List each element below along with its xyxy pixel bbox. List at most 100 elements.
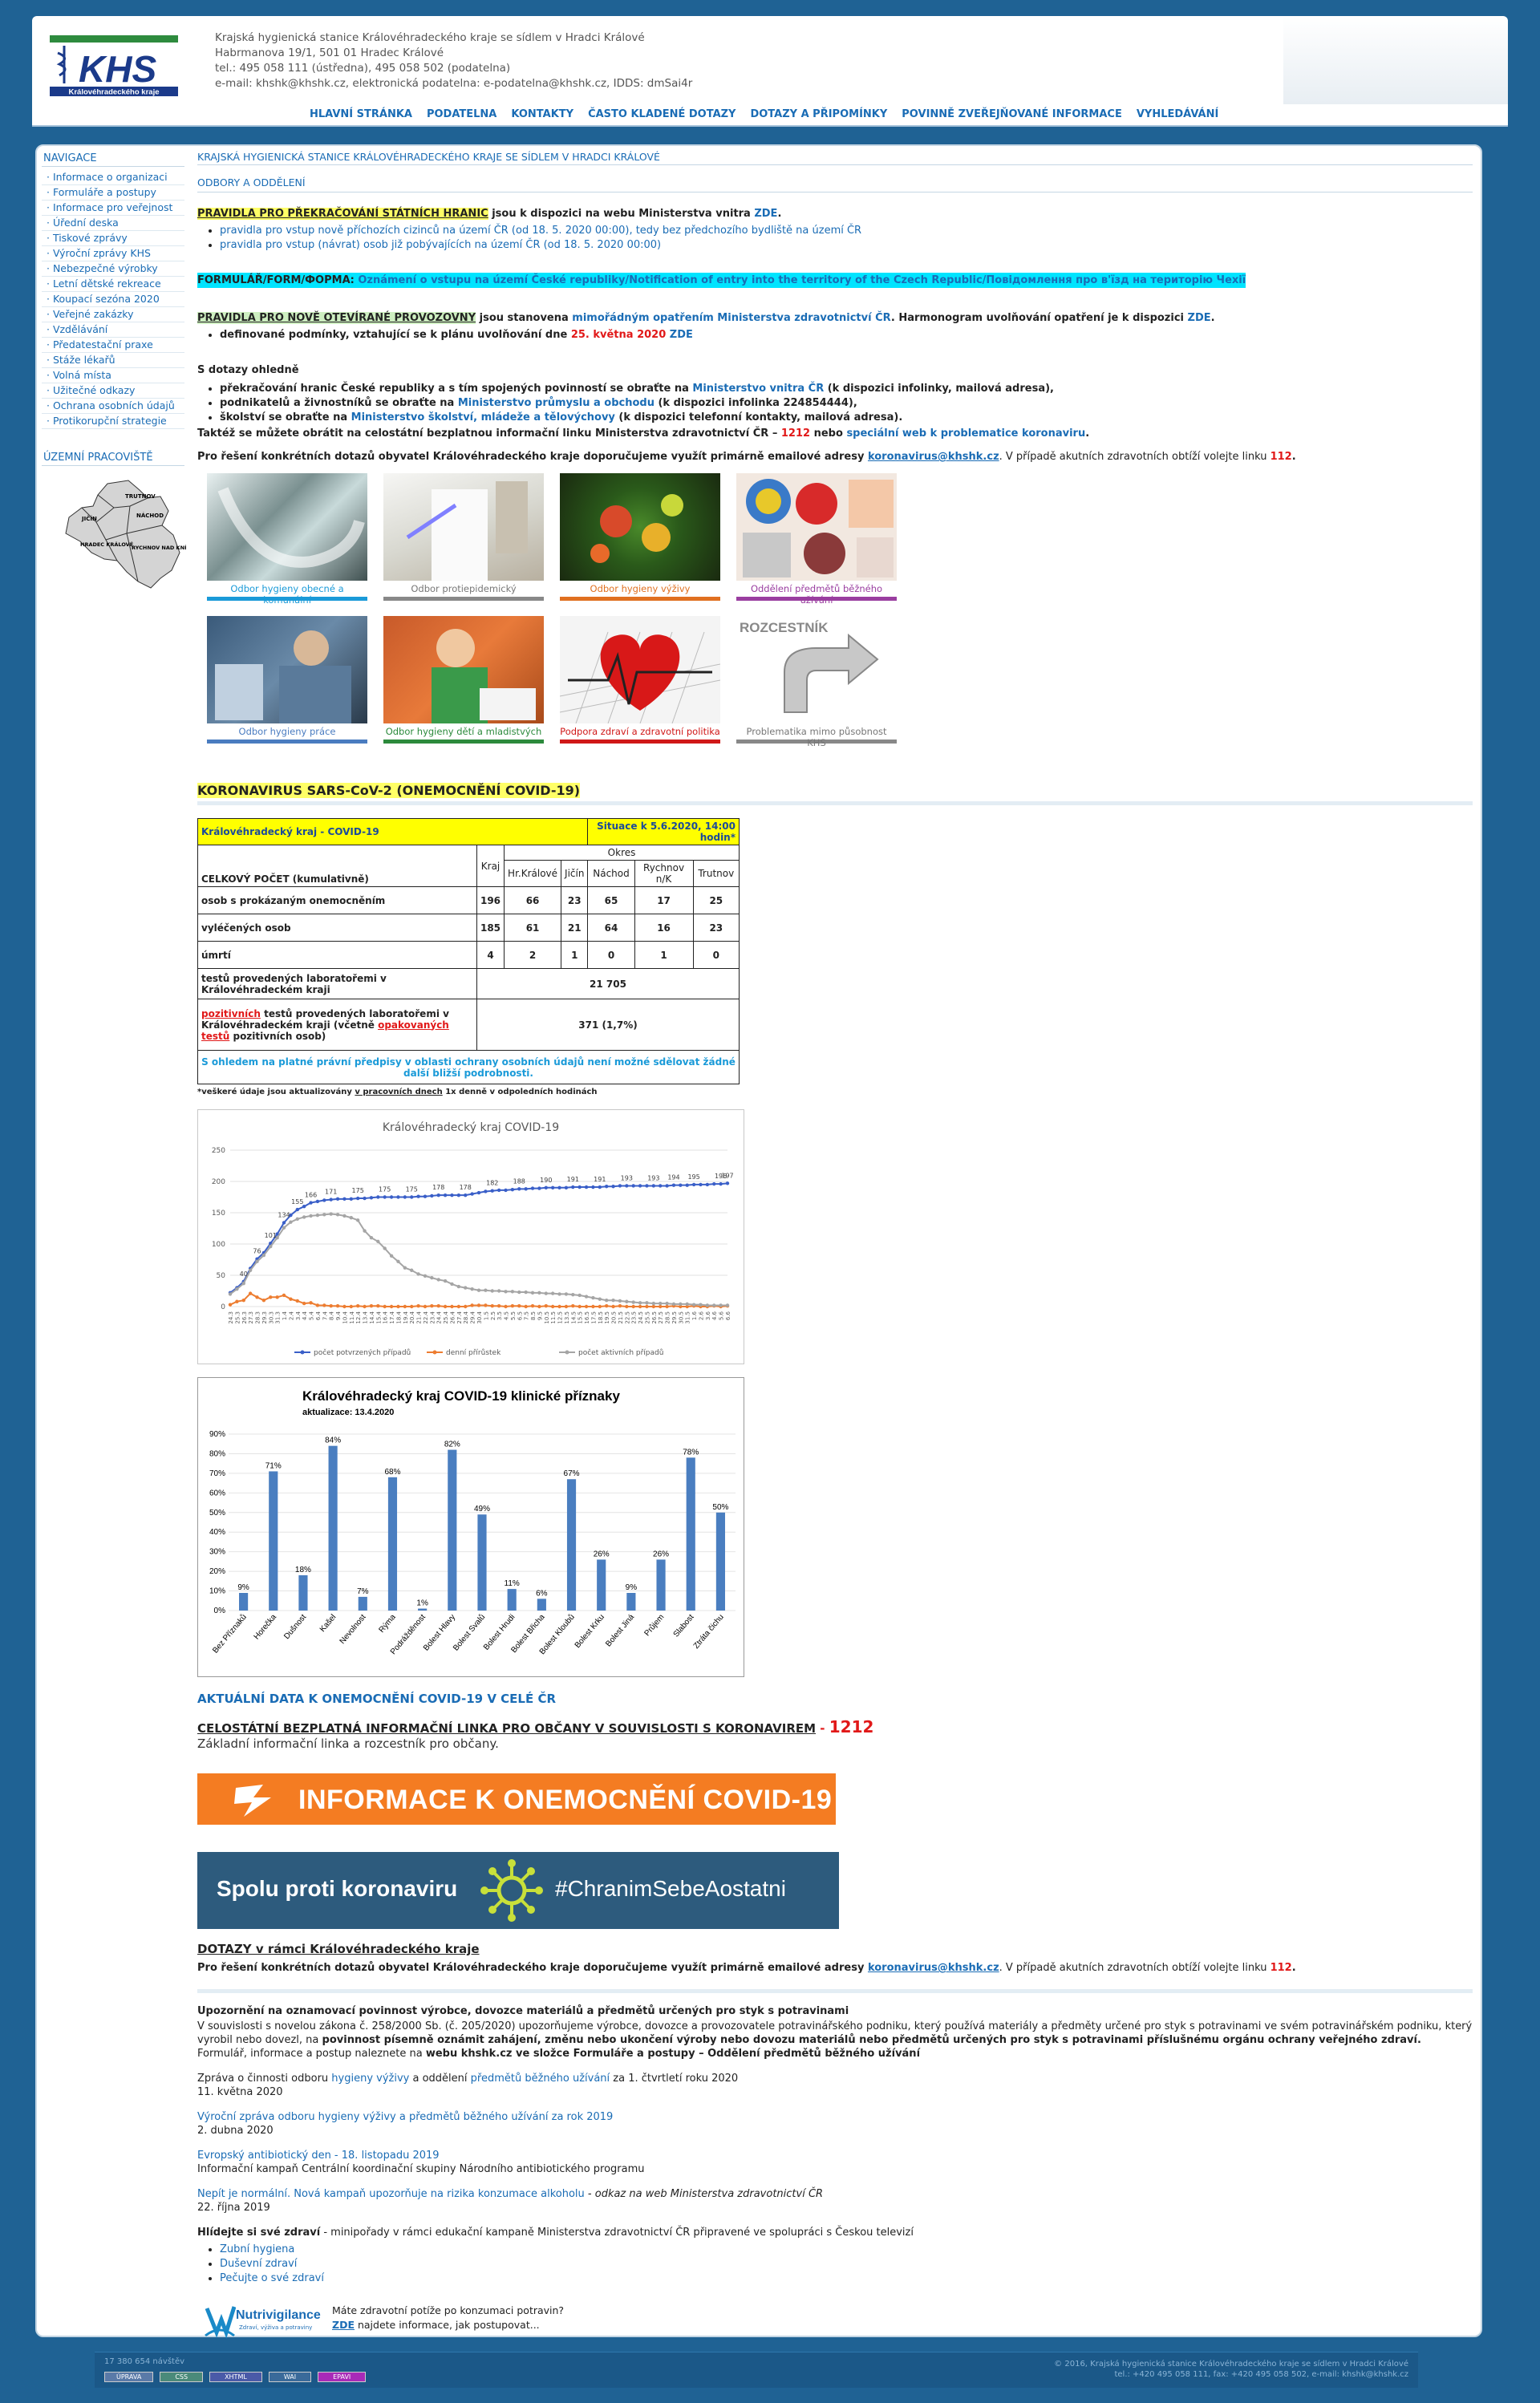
sidebar-item[interactable]: · Veřejné zakázky <box>42 307 184 322</box>
campaign-link[interactable]: Pečujte o své zdraví <box>220 2272 324 2284</box>
category-label: Ztráta čichu <box>692 1613 726 1651</box>
y-tick-label: 0% <box>214 1607 226 1615</box>
x-tick-label: 16.4 <box>383 1311 389 1323</box>
badge[interactable]: CSS <box>160 2372 204 2382</box>
table-title-right: Situace k 5.6.2020, 14:00 hodin* <box>587 818 740 845</box>
together-banner[interactable]: Spolu proti koronaviru #ChranimSebeAosta… <box>197 1852 839 1929</box>
sidebar-item[interactable]: · Užitečné odkazy <box>42 383 184 399</box>
badge[interactable]: ÚPRAVA <box>104 2372 154 2382</box>
hotline-text: Taktéž se můžete obrátit na celostátní b… <box>197 428 781 440</box>
nav-podatelna[interactable]: PODATELNA <box>427 108 496 120</box>
rules-return-link[interactable]: pravidla pro vstup (návrat) osob již pob… <box>220 239 661 251</box>
covid-info-banner[interactable]: INFORMACE K ONEMOCNĚNÍ COVID-19 <box>197 1773 836 1825</box>
ministry-education-link[interactable]: Ministerstvo školství, mládeže a tělovýc… <box>351 411 615 423</box>
y-tick-label: 30% <box>209 1548 225 1557</box>
x-tick-label: 5.6 <box>719 1311 725 1320</box>
news-link[interactable]: Nepít je normální. Nová kampaň upozorňuj… <box>197 2188 585 2200</box>
tile-nutrition[interactable]: Odbor hygieny výživy <box>560 473 720 603</box>
campaign-link[interactable]: Duševní zdraví <box>220 2258 297 2270</box>
y-tick-label: 20% <box>209 1567 225 1576</box>
sidebar-item[interactable]: · Koupací sezóna 2020 <box>42 292 184 307</box>
sidebar-item[interactable]: · Předatestační praxe <box>42 338 184 353</box>
khs-logo[interactable]: KHS Královéhradeckého kraje <box>50 35 178 97</box>
sidebar-item[interactable]: · Formuláře a postupy <box>42 185 184 201</box>
bar <box>448 1449 457 1611</box>
nav-mandatory-info[interactable]: POVINNĚ ZVEŘEJŇOVANÉ INFORMACE <box>902 108 1122 120</box>
badge[interactable]: XHTML <box>209 2372 262 2382</box>
sidebar-item[interactable]: · Tiskové zprávy <box>42 231 184 246</box>
data-point <box>295 1217 299 1221</box>
data-point <box>289 1297 293 1301</box>
chart-title: Královéhradecký kraj COVID-19 <box>383 1121 559 1134</box>
sidebar-item[interactable]: · Výroční zprávy KHS <box>42 246 184 261</box>
tile-work-hygiene[interactable]: Odbor hygieny práce <box>207 616 367 746</box>
ministry-industry-link[interactable]: Ministerstvo průmyslu a obchodu <box>458 397 654 409</box>
nav-questions[interactable]: DOTAZY A PŘIPOMÍNKY <box>750 108 887 120</box>
bar-value-label: 67% <box>564 1469 580 1478</box>
data-point <box>282 1226 286 1230</box>
news-link[interactable]: hygieny výživy <box>331 2073 409 2085</box>
sidebar-item[interactable]: · Volná místa <box>42 368 184 383</box>
bar-value-label: 26% <box>653 1550 669 1558</box>
current-data-link[interactable]: AKTUÁLNÍ DATA K ONEMOCNĚNÍ COVID-19 V CE… <box>197 1692 556 1706</box>
data-point <box>544 1304 548 1308</box>
cell: 25 <box>692 886 740 914</box>
tile-health-promotion[interactable]: Podpora zdraví a zdravotní politika <box>559 616 721 746</box>
bar <box>328 1445 338 1611</box>
data-point <box>484 1288 488 1292</box>
bar-value-label: 9% <box>237 1583 249 1592</box>
tile-youth-hygiene[interactable]: Odbor hygieny dětí a mladistvých <box>383 616 544 746</box>
sidebar-item[interactable]: · Úřední deska <box>42 216 184 231</box>
sidebar-item[interactable]: · Letní dětské rekreace <box>42 277 184 292</box>
ministry-interior-link[interactable]: Ministerstvo vnitra ČR <box>692 383 824 395</box>
col-kraj: Kraj <box>476 845 505 887</box>
border-rules-link[interactable]: ZDE <box>754 208 777 220</box>
harmonogram-link[interactable]: ZDE <box>1188 312 1211 324</box>
sidebar-item[interactable]: · Vzdělávání <box>42 322 184 338</box>
questions-heading: S dotazy ohledně <box>197 364 299 376</box>
x-tick-label: 1.6 <box>691 1311 698 1320</box>
tile-signpost[interactable]: ROZCESTNÍK Problematika mimo působnost K… <box>736 616 897 748</box>
nutri-link[interactable]: ZDE <box>332 2319 355 2331</box>
sidebar-item[interactable]: · Informace pro veřejnost <box>42 201 184 216</box>
badge[interactable]: WAI <box>268 2372 312 2382</box>
entry-form-link[interactable]: Oznámení o vstupu na území České republi… <box>354 273 1246 288</box>
measure-link[interactable]: mimořádným opatřením Ministerstva zdravo… <box>572 312 891 324</box>
sidebar-item[interactable]: · Nebezpečné výrobky <box>42 261 184 277</box>
nav-search[interactable]: VYHLEDÁVÁNÍ <box>1137 108 1218 120</box>
nav-home[interactable]: HLAVNÍ STRÁNKA <box>310 108 412 120</box>
current-data: AKTUÁLNÍ DATA K ONEMOCNĚNÍ COVID-19 V CE… <box>197 1692 1473 1706</box>
header-line: tel.: 495 058 111 (ústředna), 495 058 50… <box>215 62 511 75</box>
nutrivigilance-logo[interactable]: Nutrivigilance Zdraví, výživa a potravin… <box>202 2300 327 2340</box>
conditions-text: definované podmínky, vztahující se k plá… <box>220 329 571 341</box>
rules-new-foreigners-link[interactable]: pravidla pro vstup nově příchozích cizin… <box>220 225 861 237</box>
tile-epidemiology[interactable]: Odbor protiepidemický <box>383 473 544 603</box>
data-label: 197 <box>721 1172 733 1179</box>
data-label: 40 <box>240 1270 248 1278</box>
bar-value-label: 68% <box>384 1468 400 1477</box>
x-tick-label: 25.4 <box>443 1311 449 1323</box>
covid-email-link-2[interactable]: koronavirus@khshk.cz <box>868 1962 999 1974</box>
region-map[interactable]: TRUTNOV JIČÍN NÁCHOD HRADEC KRÁLOVÉ RYCH… <box>58 476 205 596</box>
sidebar-item[interactable]: · Stáže lékařů <box>42 353 184 368</box>
news-link[interactable]: Evropský antibiotický den - 18. listopad… <box>197 2150 440 2162</box>
covid-web-link[interactable]: speciální web k problematice koronaviru <box>846 428 1085 440</box>
campaign-link[interactable]: Zubní hygiena <box>220 2243 294 2255</box>
covid-email-link[interactable]: koronavirus@khshk.cz <box>868 451 999 463</box>
row-label: vyléčených osob <box>197 914 477 942</box>
tile-general-hygiene[interactable]: Odbor hygieny obecné a komunální <box>207 473 367 606</box>
news-link[interactable]: Výroční zpráva odboru hygieny výživy a p… <box>197 2111 613 2123</box>
conditions-link[interactable]: ZDE <box>670 329 693 341</box>
sidebar-item[interactable]: · Ochrana osobních údajů <box>42 399 184 414</box>
campaign-text: - minipořady v rámci edukační kampaně Mi… <box>320 2227 914 2239</box>
map-label-trutnov: TRUTNOV <box>125 493 156 500</box>
news-link[interactable]: předmětů běžného užívání <box>471 2073 610 2085</box>
data-point <box>282 1221 286 1225</box>
tile-consumer-products[interactable]: Oddělení předmětů běžného užívání <box>736 473 897 606</box>
nav-contacts[interactable]: KONTAKTY <box>511 108 573 120</box>
data-point <box>671 1302 676 1307</box>
nav-faq[interactable]: ČASTO KLADENÉ DOTAZY <box>588 108 736 120</box>
badge[interactable]: EPAVI <box>318 2372 367 2382</box>
sidebar-item[interactable]: · Protikorupční strategie <box>42 414 184 429</box>
sidebar-item[interactable]: · Informace o organizaci <box>42 170 184 185</box>
